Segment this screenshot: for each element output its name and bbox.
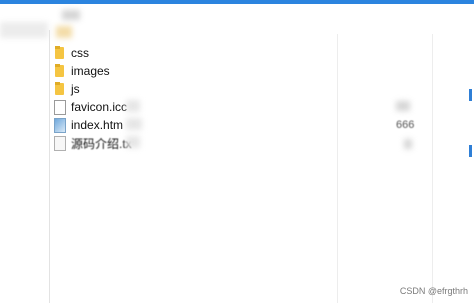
column-divider [432,34,433,303]
tree-divider [49,30,50,303]
list-item[interactable]: index.htm [54,116,123,134]
list-item[interactable]: js [54,80,80,98]
name-blur [126,136,140,148]
file-icon [54,99,66,115]
column-blur [404,139,412,149]
file-detail: 666 [396,119,415,131]
column-blur [396,101,410,111]
folder-icon [54,46,66,60]
window-title-bar [0,0,474,4]
nav-blur [0,22,48,38]
folder-icon [54,82,66,96]
scrollbar-thumb[interactable] [469,145,472,157]
folder-icon [54,64,66,78]
column-divider [337,34,338,303]
name-blur [126,100,140,112]
watermark: CSDN @efrgthrh [399,286,468,296]
file-name: favicon.icc [71,100,128,114]
name-blur [126,118,142,130]
breadcrumb-blur [62,10,80,20]
list-item[interactable]: css [54,44,89,62]
list-item[interactable]: 源码介绍.tx [54,134,132,152]
text-file-icon [54,135,66,151]
list-item[interactable]: images [54,62,110,80]
html-file-icon [54,117,66,133]
file-name: images [71,64,110,78]
file-name: css [71,46,89,60]
list-item[interactable]: favicon.icc [54,98,127,116]
header-blur [56,26,72,38]
file-name: 源码介绍.tx [71,136,132,151]
file-name: js [71,82,80,96]
file-name: index.htm [71,118,124,132]
scrollbar-thumb[interactable] [469,89,472,101]
